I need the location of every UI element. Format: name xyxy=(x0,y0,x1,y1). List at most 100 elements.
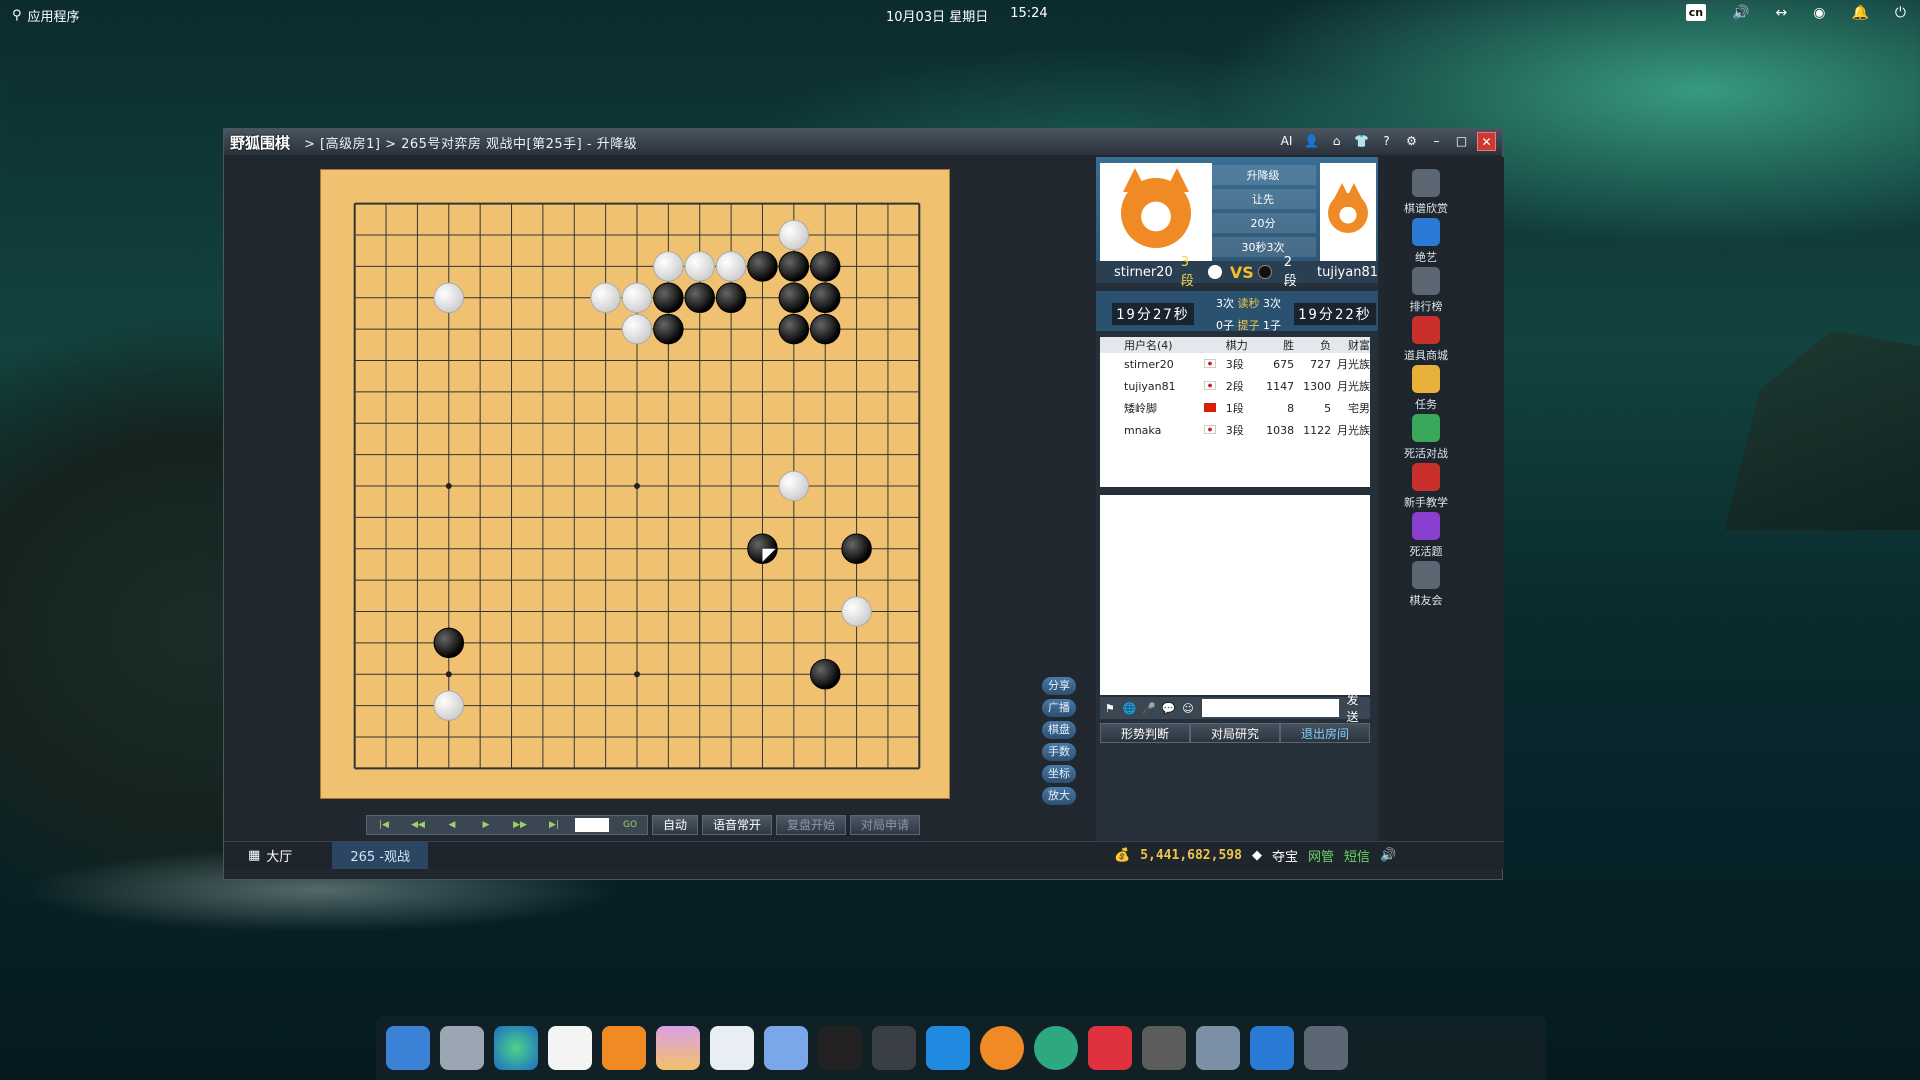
globe-icon[interactable]: 🌐 xyxy=(1120,702,1140,715)
flag-icon[interactable]: ⚑ xyxy=(1100,702,1120,715)
first-move-button[interactable]: |◀ xyxy=(367,816,401,834)
request-game-button[interactable]: 对局申请 xyxy=(850,815,921,835)
col-losses[interactable]: 负 xyxy=(1294,337,1331,353)
user-win: 1147 xyxy=(1266,379,1295,393)
feature-item-5[interactable]: 死活对战 xyxy=(1396,414,1456,461)
screenshot-icon[interactable] xyxy=(872,1026,916,1070)
chat-area[interactable] xyxy=(1100,495,1370,695)
help-icon[interactable]: ? xyxy=(1377,132,1396,151)
prev-move-button[interactable]: ◀ xyxy=(435,816,469,834)
treasure-button[interactable]: 夺宝 xyxy=(1272,846,1298,865)
send-button[interactable]: 发送 xyxy=(1347,691,1370,725)
settings-icon[interactable] xyxy=(1304,1026,1348,1070)
screen-icon[interactable]: ◉ xyxy=(1813,5,1825,21)
clock[interactable]: 10月03日 星期日 15:24 xyxy=(886,6,1048,25)
player2-captures: 1子 xyxy=(1263,319,1281,332)
music-icon[interactable] xyxy=(602,1026,646,1070)
side-button-1[interactable]: 广播 xyxy=(1042,699,1076,717)
replay-button[interactable]: 复盘开始 xyxy=(776,815,847,835)
volume-icon[interactable]: 🔊 xyxy=(1732,5,1749,21)
player1-name[interactable]: stirner20 xyxy=(1114,265,1173,280)
col-username[interactable]: 用户名(4) xyxy=(1100,337,1204,353)
terminal-icon[interactable] xyxy=(818,1026,862,1070)
user-name: mnaka xyxy=(1124,423,1162,437)
calendar-icon[interactable] xyxy=(548,1026,592,1070)
toggle-icon[interactable] xyxy=(710,1026,754,1070)
power-icon[interactable]: ⏻ xyxy=(1895,5,1906,21)
tab-room[interactable]: 265 -观战 xyxy=(332,842,428,869)
file-manager-icon[interactable] xyxy=(440,1026,484,1070)
minimize-icon[interactable]: – xyxy=(1427,132,1446,151)
gear-icon[interactable]: ⚙ xyxy=(1402,132,1421,151)
feature-item-0[interactable]: 棋谱欣赏 xyxy=(1396,169,1456,216)
next-move-button[interactable]: ▶ xyxy=(469,816,503,834)
black-stone xyxy=(653,282,684,314)
maximize-icon[interactable]: □ xyxy=(1452,132,1471,151)
blender-icon[interactable] xyxy=(980,1026,1024,1070)
apps-menu[interactable]: ⚲ 应用程序 xyxy=(12,6,80,25)
emoji-icon[interactable]: ☺ xyxy=(1178,702,1198,715)
feature-item-4[interactable]: 任务 xyxy=(1396,365,1456,412)
side-button-3[interactable]: 手数 xyxy=(1042,743,1076,761)
speaker-icon[interactable]: 🔊 xyxy=(1380,848,1396,863)
ai-button[interactable]: AI xyxy=(1277,132,1296,151)
tab-lobby[interactable]: ▦ 大厅 xyxy=(248,846,292,865)
sound-tool-icon[interactable] xyxy=(1196,1026,1240,1070)
col-wins[interactable]: 胜 xyxy=(1257,337,1294,353)
multitask-icon[interactable] xyxy=(386,1026,430,1070)
user-icon[interactable]: 👤 xyxy=(1302,132,1321,151)
user-row[interactable]: 矮岭脚 1段 8 5 宅男 xyxy=(1100,397,1370,419)
home-icon[interactable]: ⌂ xyxy=(1327,132,1346,151)
side-button-4[interactable]: 坐标 xyxy=(1042,765,1076,783)
shirt-icon[interactable]: 👕 xyxy=(1352,132,1371,151)
netmgr-button[interactable]: 网管 xyxy=(1308,846,1334,865)
voice-button[interactable]: 语音常开 xyxy=(702,815,773,835)
side-button-2[interactable]: 棋盘 xyxy=(1042,721,1076,739)
board-grid[interactable] xyxy=(339,188,935,784)
phone-icon[interactable] xyxy=(1250,1026,1294,1070)
edge-browser-icon[interactable] xyxy=(494,1026,538,1070)
close-icon[interactable]: ✕ xyxy=(1477,132,1496,151)
col-rank[interactable]: 棋力 xyxy=(1226,337,1257,353)
forward-ten-button[interactable]: ▶▶ xyxy=(503,816,537,834)
feature-item-7[interactable]: 死活题 xyxy=(1396,512,1456,559)
flag-icon xyxy=(1203,402,1216,412)
remote-icon[interactable] xyxy=(1034,1026,1078,1070)
player2-name[interactable]: tujiyan81 xyxy=(1317,265,1378,280)
side-button-0[interactable]: 分享 xyxy=(1042,677,1076,695)
move-number-input[interactable] xyxy=(575,818,609,832)
last-move-button[interactable]: ▶| xyxy=(537,816,571,834)
feature-item-8[interactable]: 棋友会 xyxy=(1396,561,1456,608)
input-method-icon[interactable]: cn xyxy=(1685,4,1707,21)
sms-button[interactable]: 短信 xyxy=(1344,846,1370,865)
bubble-icon[interactable]: 💬 xyxy=(1159,702,1179,715)
user-flag xyxy=(1203,402,1226,415)
feature-item-1[interactable]: 绝艺 xyxy=(1396,218,1456,265)
notification-icon[interactable]: 🔔 xyxy=(1851,5,1868,21)
feature-item-2[interactable]: 排行榜 xyxy=(1396,267,1456,314)
side-button-5[interactable]: 放大 xyxy=(1042,787,1076,805)
user-row[interactable]: tujiyan81 2段 1147 1300 月光族 xyxy=(1100,375,1370,397)
app-store-icon[interactable] xyxy=(764,1026,808,1070)
feature-item-6[interactable]: 新手教学 xyxy=(1396,463,1456,510)
judge-button[interactable]: 形势判断 xyxy=(1100,723,1190,743)
coins-amount: 5,441,682,598 xyxy=(1140,847,1242,863)
go-button[interactable]: GO xyxy=(613,816,647,834)
user-row[interactable]: mnaka 3段 1038 1122 月光族 xyxy=(1100,419,1370,441)
research-button[interactable]: 对局研究 xyxy=(1190,723,1280,743)
col-wealth[interactable]: 财富 xyxy=(1331,337,1370,353)
photos-icon[interactable] xyxy=(656,1026,700,1070)
exit-room-button[interactable]: 退出房间 xyxy=(1280,723,1370,743)
gimp-icon[interactable] xyxy=(1142,1026,1186,1070)
chat-input[interactable] xyxy=(1201,699,1339,717)
network-icon[interactable]: ↔ xyxy=(1776,5,1788,21)
go-board[interactable] xyxy=(320,169,950,799)
user-row[interactable]: stirner20 3段 675 727 月光族 xyxy=(1100,353,1370,375)
anydesk-icon[interactable] xyxy=(1088,1026,1132,1070)
auto-button[interactable]: 自动 xyxy=(652,815,699,835)
feature-item-3[interactable]: 道具商城 xyxy=(1396,316,1456,363)
back-ten-button[interactable]: ◀◀ xyxy=(401,816,435,834)
white-stone xyxy=(621,313,653,345)
vscode-icon[interactable] xyxy=(926,1026,970,1070)
mic-icon[interactable]: 🎤 xyxy=(1139,702,1159,715)
